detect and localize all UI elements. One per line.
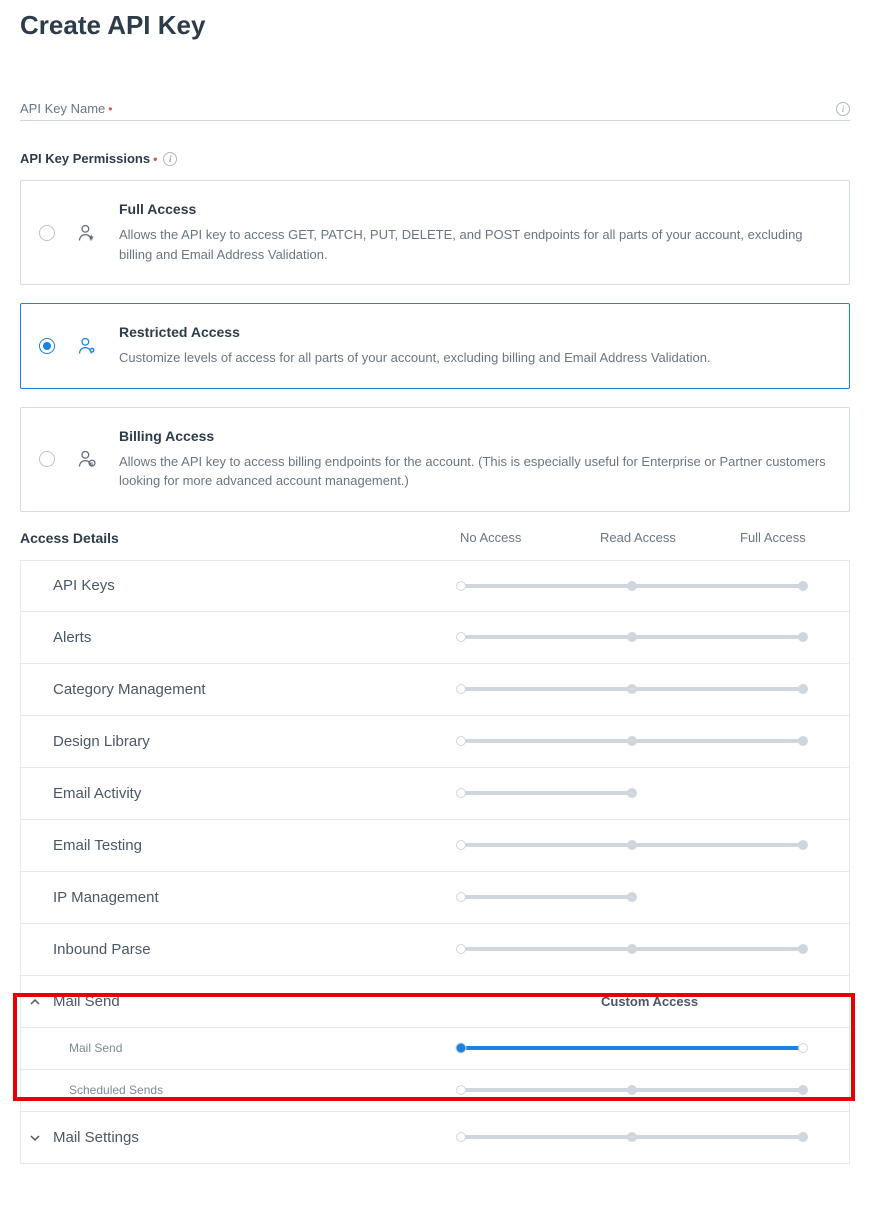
radio-restricted-access[interactable] — [39, 338, 55, 354]
radio-billing-access[interactable] — [39, 451, 55, 467]
row-label: Scheduled Sends — [53, 1083, 461, 1097]
access-slider[interactable] — [461, 947, 803, 951]
access-slider[interactable] — [461, 791, 632, 795]
required-dot-icon: • — [153, 152, 157, 166]
perm-desc: Allows the API key to access billing end… — [119, 452, 831, 491]
access-slider[interactable] — [461, 895, 632, 899]
permissions-heading: API Key Permissions • i — [20, 151, 850, 166]
info-icon[interactable]: i — [163, 152, 177, 166]
row-label: Category Management — [53, 681, 461, 698]
row-label: Mail Send — [53, 993, 461, 1010]
row-label: API Keys — [53, 577, 461, 594]
perm-option-restricted[interactable]: Restricted Access Customize levels of ac… — [20, 303, 850, 389]
required-dot-icon: • — [108, 102, 112, 116]
chevron-down-icon[interactable] — [29, 1131, 41, 1143]
row-category: Category Management — [20, 664, 850, 716]
row-scheduled: Scheduled Sends — [20, 1070, 850, 1112]
chevron-up-icon[interactable] — [29, 995, 41, 1007]
row-label: Mail Settings — [53, 1129, 461, 1146]
row-mail-send-sub: Mail Send — [20, 1028, 850, 1070]
access-slider[interactable] — [461, 843, 803, 847]
perm-desc: Allows the API key to access GET, PATCH,… — [119, 225, 831, 264]
access-slider[interactable] — [461, 739, 803, 743]
perm-option-billing[interactable]: $ Billing Access Allows the API key to a… — [20, 407, 850, 512]
access-slider[interactable] — [461, 635, 803, 639]
perm-title: Full Access — [119, 201, 831, 217]
user-gear-icon — [77, 336, 97, 356]
row-label: Email Testing — [53, 837, 461, 854]
row-design: Design Library — [20, 716, 850, 768]
row-email-activity: Email Activity — [20, 768, 850, 820]
row-label: Inbound Parse — [53, 941, 461, 958]
row-inbound: Inbound Parse — [20, 924, 850, 976]
perm-option-full[interactable]: Full Access Allows the API key to access… — [20, 180, 850, 285]
access-details-heading: Access Details — [20, 530, 460, 546]
access-slider[interactable] — [461, 1046, 803, 1050]
perm-title: Billing Access — [119, 428, 831, 444]
col-no-access: No Access — [460, 530, 600, 545]
row-mail-send: Mail Send Custom Access — [20, 976, 850, 1028]
row-api-keys: API Keys — [20, 560, 850, 612]
row-mail-settings: Mail Settings — [20, 1112, 850, 1164]
user-star-icon — [77, 223, 97, 243]
page-title: Create API Key — [20, 10, 850, 41]
col-read-access: Read Access — [600, 530, 740, 545]
access-slider[interactable] — [461, 584, 803, 588]
radio-full-access[interactable] — [39, 225, 55, 241]
perm-title: Restricted Access — [119, 324, 831, 340]
col-full-access: Full Access — [740, 530, 806, 545]
access-slider[interactable] — [461, 1135, 803, 1139]
info-icon[interactable]: i — [836, 102, 850, 116]
row-email-testing: Email Testing — [20, 820, 850, 872]
user-dollar-icon: $ — [77, 449, 97, 469]
access-slider[interactable] — [461, 1088, 803, 1092]
access-slider[interactable] — [461, 687, 803, 691]
api-key-name-field[interactable]: API Key Name • i — [20, 101, 850, 121]
perm-desc: Customize levels of access for all parts… — [119, 348, 831, 368]
row-label: Alerts — [53, 629, 461, 646]
row-ip: IP Management — [20, 872, 850, 924]
row-label: Mail Send — [53, 1041, 461, 1055]
row-label: Email Activity — [53, 785, 461, 802]
row-label: Design Library — [53, 733, 461, 750]
custom-access-label: Custom Access — [601, 994, 698, 1009]
row-alerts: Alerts — [20, 612, 850, 664]
row-label: IP Management — [53, 889, 461, 906]
api-key-name-label: API Key Name — [20, 101, 105, 116]
